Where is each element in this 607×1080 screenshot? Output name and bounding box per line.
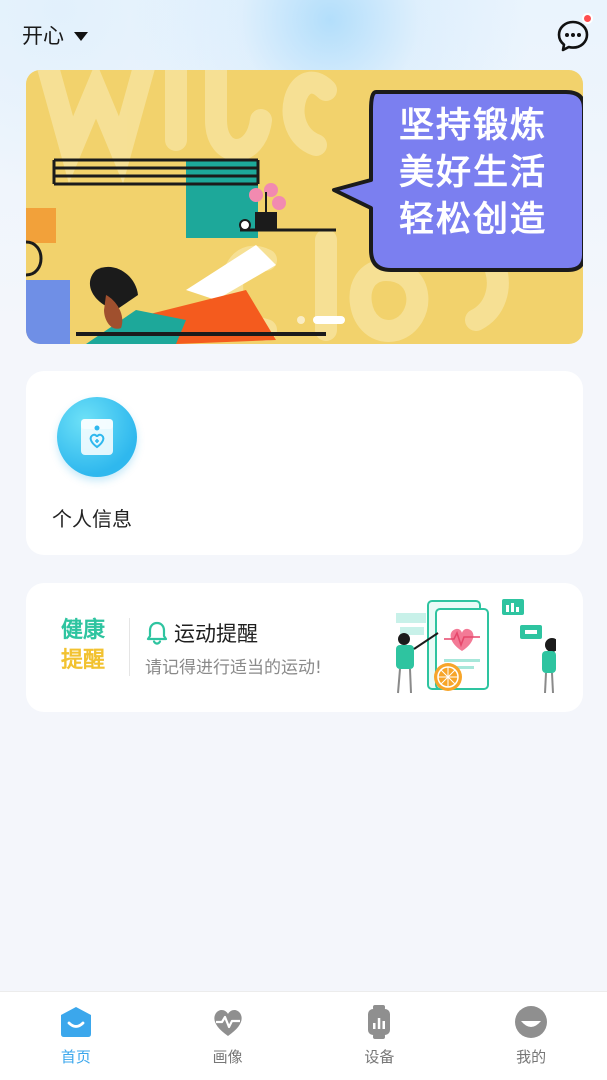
profile-icon (515, 1006, 548, 1038)
chat-bubble-icon (557, 20, 589, 52)
banner-slogan: 坚持锻炼 美好生活 轻松创造 (360, 103, 583, 244)
top-bar: 开心 (0, 0, 607, 70)
pagination-dot[interactable] (297, 316, 305, 324)
personal-info-entry[interactable]: 个人信息 (52, 397, 172, 532)
banner-line-1: 坚持锻炼 (398, 106, 547, 146)
notification-badge (582, 13, 593, 24)
health-tag-line2: 提醒 (61, 648, 106, 673)
reminder-title-row: 运动提醒 (146, 618, 258, 648)
watch-icon (368, 1005, 391, 1039)
shortcut-card: 个人信息 (26, 371, 583, 555)
health-tag: 健康 提醒 (61, 616, 105, 676)
pagination-dot-active[interactable] (313, 316, 345, 324)
nav-item-portrait[interactable]: 画像 (152, 992, 304, 1080)
bottom-nav: 首页 画像 设备 我的 (0, 991, 607, 1080)
location-selector[interactable]: 开心 (22, 20, 88, 50)
bell-icon (146, 621, 168, 645)
profile-document-icon (57, 397, 137, 477)
personal-info-label: 个人信息 (52, 507, 132, 531)
health-illustration (396, 599, 556, 694)
promo-banner[interactable]: 坚持锻炼 美好生活 轻松创造 (26, 70, 583, 344)
health-tag-line1: 健康 (61, 618, 106, 643)
banner-pagination (297, 316, 345, 324)
location-name: 开心 (22, 24, 64, 48)
reminder-title: 运动提醒 (174, 622, 258, 646)
nav-label-home: 首页 (60, 1048, 91, 1066)
nav-label-portrait: 画像 (212, 1048, 243, 1066)
health-reminder-card[interactable]: 健康 提醒 运动提醒 请记得进行适当的运动! (26, 583, 583, 712)
nav-item-mine[interactable]: 我的 (455, 992, 607, 1080)
home-icon (60, 1007, 91, 1037)
banner-line-3: 轻松创造 (398, 200, 547, 240)
caret-down-icon (74, 31, 88, 41)
heart-pulse-icon (213, 1010, 242, 1036)
divider (129, 618, 130, 676)
banner-line-2: 美好生活 (398, 153, 547, 193)
message-button[interactable] (556, 13, 593, 53)
nav-label-device: 设备 (364, 1048, 395, 1066)
reminder-subtitle: 请记得进行适当的运动! (145, 658, 322, 678)
nav-item-device[interactable]: 设备 (304, 992, 456, 1080)
nav-item-home[interactable]: 首页 (0, 992, 152, 1080)
nav-label-mine: 我的 (516, 1048, 547, 1066)
